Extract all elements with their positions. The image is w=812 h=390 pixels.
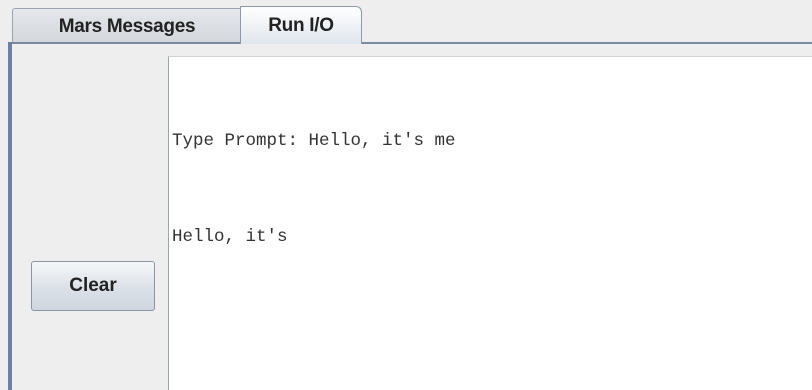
- console-line: Type Prompt: Hello, it's me: [172, 131, 456, 151]
- run-io-content: Clear Type Prompt: Hello, it's me Hello,…: [12, 44, 812, 390]
- mars-io-panel: Mars Messages Run I/O Clear Type Prompt:…: [0, 0, 812, 390]
- tab-mars-messages[interactable]: Mars Messages: [12, 8, 242, 44]
- side-panel: Clear: [12, 44, 167, 390]
- console-output[interactable]: Type Prompt: Hello, it's me Hello, it's: [168, 56, 812, 390]
- clear-button[interactable]: Clear: [31, 261, 155, 311]
- tab-strip: Mars Messages Run I/O: [0, 0, 812, 44]
- tab-run-io[interactable]: Run I/O: [240, 6, 362, 44]
- console-line: Hello, it's: [172, 227, 288, 247]
